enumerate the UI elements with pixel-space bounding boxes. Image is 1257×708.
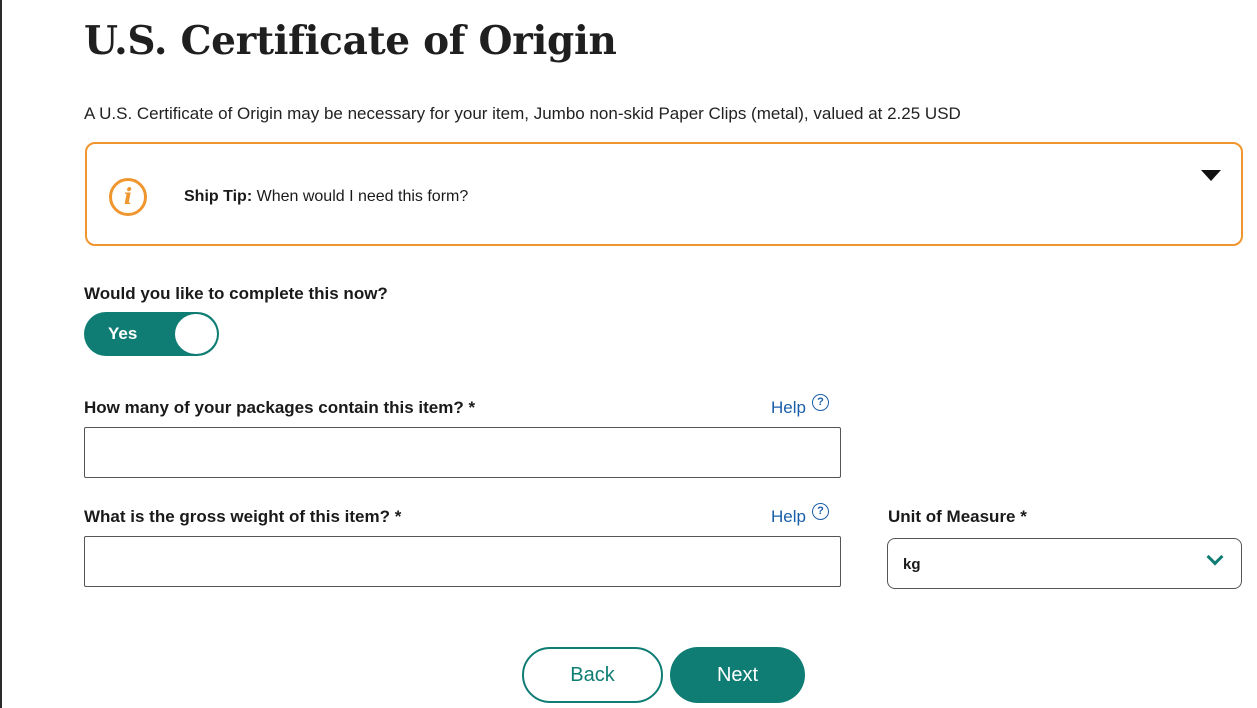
page-title: U.S. Certificate of Origin [84,18,617,64]
question-circle-icon: ? [811,502,829,520]
unit-label: Unit of Measure * [888,507,1027,526]
info-icon: i [109,178,147,216]
unit-select[interactable]: kg [887,538,1242,589]
packages-help-label: Help [771,398,806,417]
caret-down-icon[interactable] [1201,170,1221,181]
unit-selected-value: kg [903,556,921,573]
complete-now-toggle[interactable]: Yes [84,312,219,356]
weight-help-link[interactable]: Help ? [771,502,829,527]
weight-help-label: Help [771,507,806,526]
complete-now-question: Would you like to complete this now? [84,284,388,303]
ship-tip-prefix: Ship Tip: [184,188,253,205]
ship-tip-text: Ship Tip: When would I need this form? [184,188,468,206]
toggle-label: Yes [108,324,138,343]
weight-label: What is the gross weight of this item? * [84,507,402,526]
ship-tip-panel[interactable]: i Ship Tip: When would I need this form? [85,142,1243,246]
packages-help-link[interactable]: Help ? [771,393,829,418]
packages-label: How many of your packages contain this i… [84,398,476,417]
intro-text: A U.S. Certificate of Origin may be nece… [84,104,961,123]
ship-tip-question: When would I need this form? [256,188,469,205]
page-frame: U.S. Certificate of Origin A U.S. Certif… [0,0,1257,708]
back-button[interactable]: Back [522,647,663,703]
packages-input[interactable] [84,427,841,478]
next-button[interactable]: Next [670,647,805,703]
toggle-knob [175,314,217,354]
question-circle-icon: ? [811,393,829,411]
chevron-down-icon [1206,548,1224,566]
weight-input[interactable] [84,536,841,587]
